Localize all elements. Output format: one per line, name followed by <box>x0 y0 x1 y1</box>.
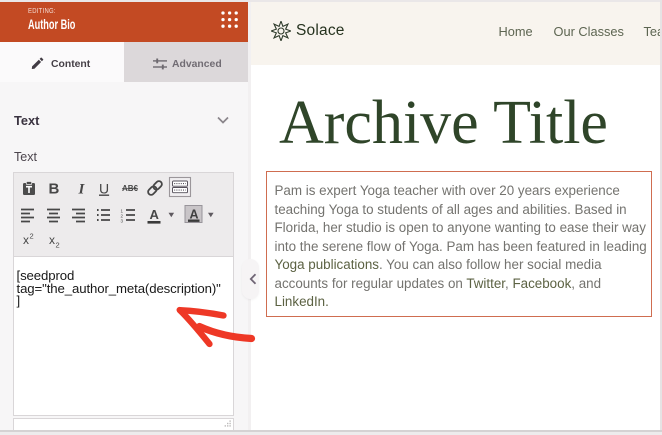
svg-text:2: 2 <box>30 232 34 241</box>
svg-text:2: 2 <box>56 241 60 250</box>
svg-text:A: A <box>190 208 199 222</box>
svg-text:B: B <box>49 181 60 198</box>
svg-text:AB€: AB€ <box>122 184 139 193</box>
svg-text:A: A <box>150 207 160 222</box>
svg-text:I: I <box>78 182 86 198</box>
svg-text:x: x <box>49 233 55 247</box>
svg-text:x: x <box>23 233 29 247</box>
svg-text:U: U <box>99 181 109 197</box>
svg-text:3: 3 <box>121 219 124 224</box>
